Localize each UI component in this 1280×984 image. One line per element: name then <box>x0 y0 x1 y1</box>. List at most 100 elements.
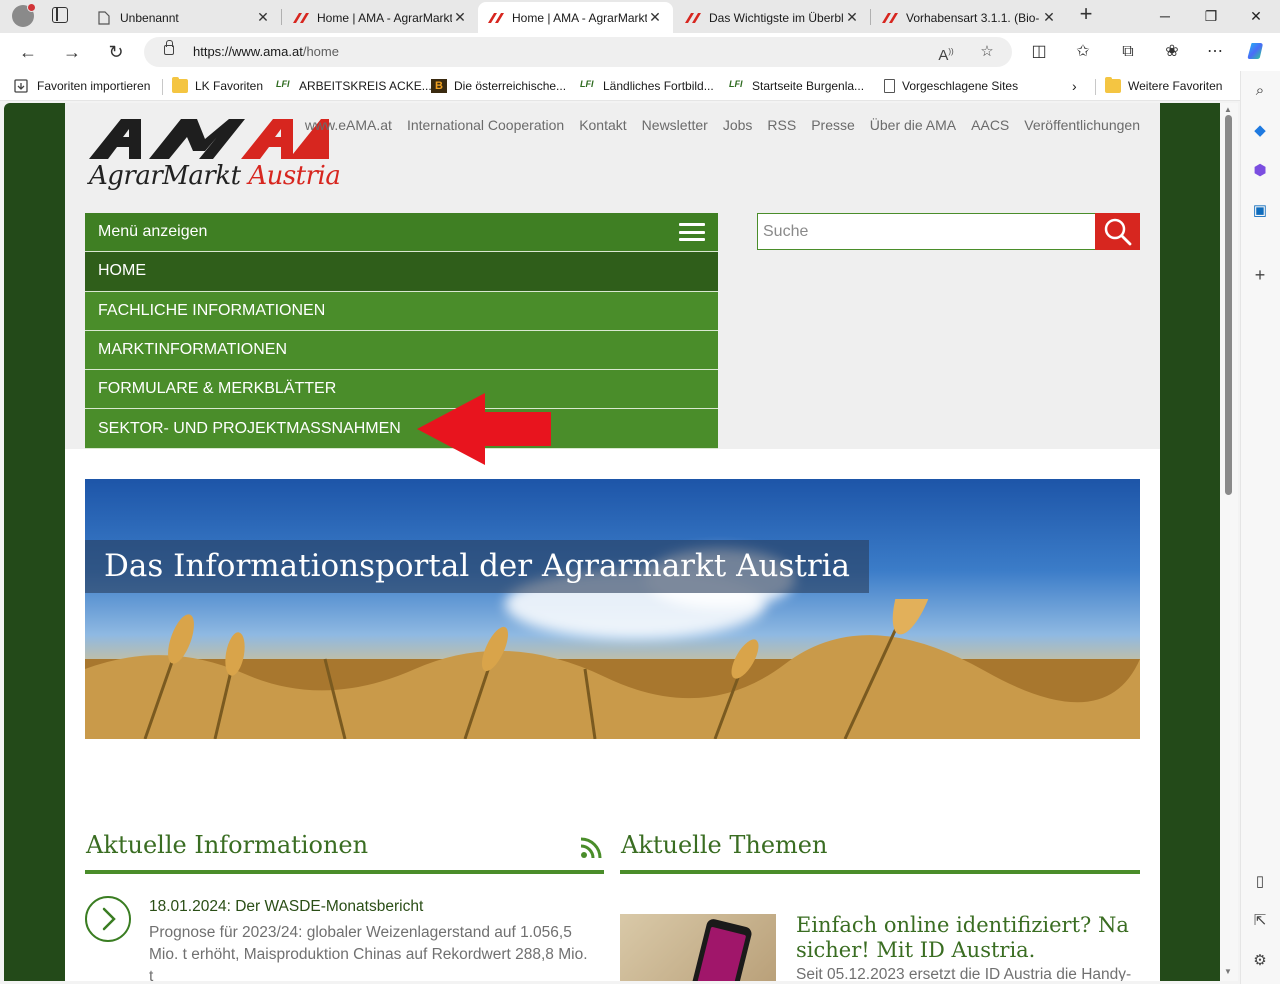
lock-icon[interactable] <box>164 40 174 55</box>
split-screen-icon[interactable]: ◫ <box>1027 40 1051 64</box>
refresh-icon[interactable]: ↻ <box>103 39 129 65</box>
tab-actions-icon[interactable] <box>52 7 68 23</box>
extensions-icon[interactable]: ❀ <box>1160 40 1184 64</box>
topnav-jobs[interactable]: Jobs <box>723 117 753 133</box>
folder-icon <box>1105 77 1121 93</box>
tab-ama-home-1[interactable]: Home | AMA - AgrarMarkt ✕ <box>283 2 478 33</box>
favorites-icon[interactable]: ✩ <box>1071 40 1095 64</box>
favorite-vorgeschlagene[interactable]: Vorgeschlagene Sites <box>884 77 1018 95</box>
favorite-label: Ländliches Fortbild... <box>603 79 714 93</box>
favorite-startseite-burgenland[interactable]: LFI Startseite Burgenla... <box>729 77 864 95</box>
search-icon <box>1104 218 1132 246</box>
logo-wordmark: AgrarMarkt Austria <box>89 161 341 191</box>
news-item-title[interactable]: 18.01.2024: Der WASDE-Monatsbericht <box>149 898 423 916</box>
menu-item-fachliche-informationen[interactable]: FACHLICHE INFORMATIONEN <box>85 291 718 331</box>
favorite-star-icon[interactable]: ☆ <box>977 42 997 62</box>
ama-favicon-icon <box>882 10 898 26</box>
forward-arrow-icon[interactable]: → <box>59 39 85 65</box>
favorites-overflow-chevron-icon[interactable]: › <box>1072 77 1077 95</box>
scroll-thumb[interactable] <box>1225 115 1232 495</box>
favorite-laendliches[interactable]: LFI Ländliches Fortbild... <box>580 77 714 95</box>
lfi-icon: LFI <box>276 79 290 89</box>
news-item-link-icon[interactable] <box>85 896 131 942</box>
menu-item-home[interactable]: HOME <box>85 252 718 292</box>
copilot-icon[interactable] <box>1245 40 1269 64</box>
open-external-icon[interactable]: ⇱ <box>1249 910 1271 932</box>
restore-icon[interactable]: ❐ <box>1191 4 1231 28</box>
back-arrow-icon[interactable]: ← <box>15 39 41 65</box>
lfi-icon: LFI <box>580 79 594 89</box>
close-tab-icon[interactable]: ✕ <box>647 9 663 26</box>
favorite-arbeitskreis[interactable]: LFI ARBEITSKREIS ACKE... <box>276 77 432 95</box>
menu-item-formulare-merkblaetter[interactable]: FORMULARE & MERKBLÄTTER <box>85 370 718 410</box>
search-icon[interactable]: ⌕ <box>1249 80 1271 102</box>
outlook-icon[interactable]: ▣ <box>1249 200 1271 222</box>
search-button[interactable] <box>1095 213 1140 250</box>
favorites-bar: Favoriten importieren LK Favoriten LFI A… <box>0 71 1240 101</box>
page-scrollbar[interactable]: ▲ ▼ <box>1220 103 1238 981</box>
topnav-eama[interactable]: www.eAMA.at <box>305 117 392 133</box>
favorite-import[interactable]: Favoriten importieren <box>14 77 150 95</box>
favorite-oesterreichische[interactable]: B Die österreichische... <box>431 77 566 95</box>
menu-item-marktinformationen[interactable]: MARKTINFORMATIONEN <box>85 330 718 371</box>
tab-title: Home | AMA - AgrarMarkt <box>512 10 647 25</box>
themes-heading-rule <box>620 870 1140 874</box>
profile-avatar-icon[interactable] <box>12 3 36 27</box>
topnav-rss[interactable]: RSS <box>767 117 796 133</box>
search-input[interactable] <box>758 214 1095 249</box>
ama-logo[interactable]: AgrarMarkt Austria <box>89 117 341 197</box>
close-tab-icon[interactable]: ✕ <box>844 9 860 26</box>
menu-toggle-button[interactable]: Menü anzeigen <box>85 213 718 253</box>
topnav-aacs[interactable]: AACS <box>971 117 1009 133</box>
tab-unbenannt[interactable]: Unbenannt ✕ <box>86 2 281 33</box>
ama-logo-mark-icon <box>89 119 329 159</box>
minimize-icon[interactable]: ─ <box>1145 4 1185 28</box>
lfi-icon: LFI <box>729 79 743 89</box>
new-tab-button[interactable]: + <box>1075 3 1097 26</box>
close-tab-icon[interactable]: ✕ <box>452 9 468 26</box>
favorite-lk-favoriten[interactable]: LK Favoriten <box>172 77 263 95</box>
favorite-weitere[interactable]: Weitere Favoriten <box>1105 77 1222 95</box>
window-close-icon[interactable]: ✕ <box>1236 4 1276 28</box>
tab-strip: Unbenannt ✕ Home | AMA - AgrarMarkt ✕ Ho… <box>0 0 1280 33</box>
menu-item-sektor-projektmassnahmen[interactable]: SEKTOR- UND PROJEKTMASSNAHMEN <box>85 409 718 449</box>
topnav-presse[interactable]: Presse <box>811 117 855 133</box>
topnav-kontakt[interactable]: Kontakt <box>579 117 626 133</box>
tab-wichtigste[interactable]: Das Wichtigste im Überblick ✕ <box>675 2 870 33</box>
scroll-up-icon[interactable]: ▲ <box>1224 105 1232 114</box>
favorite-label: Favoriten importieren <box>37 79 151 93</box>
m365-icon[interactable]: ⬢ <box>1249 160 1271 182</box>
url-text[interactable]: https://www.ama.at/home <box>193 44 339 59</box>
topnav-international[interactable]: International Cooperation <box>407 117 564 133</box>
topnav-newsletter[interactable]: Newsletter <box>642 117 708 133</box>
top-navigation: www.eAMA.at International Cooperation Ko… <box>305 117 1140 133</box>
news-heading-rule <box>85 870 604 874</box>
collections-icon[interactable]: ⧉ <box>1116 40 1140 64</box>
settings-gear-icon[interactable]: ⚙ <box>1249 950 1271 972</box>
shopping-tag-icon[interactable]: ◆ <box>1249 120 1271 142</box>
scroll-down-icon[interactable]: ▼ <box>1224 967 1232 976</box>
more-menu-icon[interactable]: ⋯ <box>1203 40 1227 64</box>
tab-vorhabensart[interactable]: Vorhabensart 3.1.1. (Bio- ✕ <box>872 2 1067 33</box>
close-tab-icon[interactable]: ✕ <box>255 9 271 26</box>
topnav-veroeffentlichungen[interactable]: Veröffentlichungen <box>1024 117 1140 133</box>
read-aloud-icon[interactable]: A)) <box>936 42 956 64</box>
ama-favicon-icon <box>488 10 504 26</box>
ama-favicon-icon <box>685 10 701 26</box>
theme-item-title[interactable]: Einfach online identifiziert? Na sicher!… <box>796 913 1136 963</box>
navigation-toolbar: ← → ↻ https://www.ama.at/home A)) ☆ ◫ ✩ … <box>0 33 1280 71</box>
hide-sidebar-icon[interactable]: ▯ <box>1249 871 1271 893</box>
close-tab-icon[interactable]: ✕ <box>1041 9 1057 26</box>
chevron-right-icon <box>102 907 116 931</box>
tab-title: Das Wichtigste im Überblick <box>709 10 844 25</box>
theme-thumbnail-image[interactable] <box>620 914 776 981</box>
address-bar[interactable]: https://www.ama.at/home A)) ☆ <box>144 37 1012 67</box>
tab-ama-home-active[interactable]: Home | AMA - AgrarMarkt ✕ <box>478 2 673 33</box>
topnav-ueber-die-ama[interactable]: Über die AMA <box>870 117 956 133</box>
news-heading: Aktuelle Informationen <box>86 831 369 859</box>
page-viewport: AgrarMarkt Austria www.eAMA.at Internati… <box>4 103 1220 981</box>
logo-word-austria: Austria <box>248 161 341 191</box>
wheat-field-image <box>85 599 1140 739</box>
add-sidebar-app-icon[interactable]: + <box>1249 264 1271 286</box>
rss-icon[interactable] <box>579 836 603 860</box>
